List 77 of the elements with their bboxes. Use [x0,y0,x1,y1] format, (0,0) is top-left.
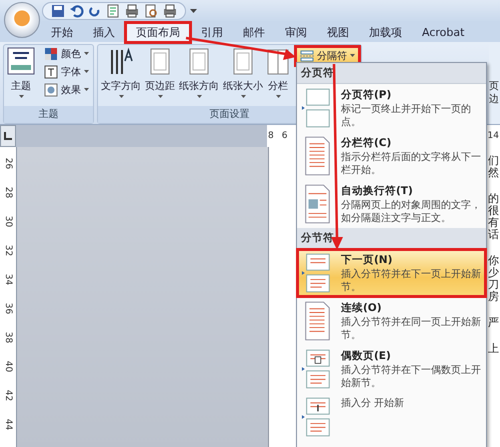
menu-item-title: 下一页(N) [341,253,394,267]
palette-icon [44,47,58,61]
document-text: 话 [488,229,499,241]
ribbon-button[interactable]: 页边距 [144,47,176,99]
ribbon-button[interactable]: 纸张大小 [222,47,264,99]
theme-icon [7,47,35,77]
redo-icon[interactable] [89,4,101,18]
dropdown-arrow-icon [350,54,355,58]
document-text: 少 [488,267,499,279]
ribbon-tab[interactable]: Acrobat [413,24,474,40]
document-text: 刀 [488,279,499,291]
ribbon-tab[interactable]: 视图 [318,24,358,40]
menu-item-title: 偶数页(E) [341,349,392,363]
document-icon[interactable] [106,4,120,18]
page-icon [231,47,255,77]
page-icon [187,47,211,77]
font-icon [44,65,58,79]
ribbon-tab[interactable]: 开始 [42,24,82,40]
dropdown-arrow-icon [276,95,280,99]
document-text: 严 [488,317,499,329]
dropdown-arrow-icon[interactable] [190,8,197,14]
menu-section-header: 分页符 [297,63,486,84]
page-icon [148,47,172,77]
print-preview-icon[interactable] [144,4,158,18]
vertical-ruler: 26 28 30 32 34 36 38 40 42 44 [0,147,17,447]
document-text: 很 [488,205,499,217]
printer-icon[interactable] [163,4,177,18]
ribbon-button[interactable]: 纸张方向 [178,47,220,99]
dropdown-arrow-icon [158,95,162,99]
menu-item-description: 插入分节符并在下一偶数页上开始新节。 [341,364,482,390]
dropdown-arrow-icon [240,95,246,99]
group-label: 主题 [4,106,93,123]
ribbon-button[interactable]: 分栏 [266,47,290,99]
menu-item[interactable]: 自动换行符(T) 分隔网页上的对象周围的文字，如分隔题注文字与正文。 [297,180,486,228]
document-text: 上 [488,343,499,355]
document-text: 们 [488,155,499,167]
ribbon-button[interactable]: 文字方向 [100,47,142,99]
ribbon-tab[interactable]: 审阅 [276,24,316,40]
ribbon-tab[interactable]: 引用 [192,24,232,40]
ribbon-tab[interactable]: 插入 [84,24,124,40]
document-text: 房 [488,291,499,303]
ribbon-button[interactable]: 效果 [42,83,91,97]
ribbon-tab[interactable]: 加载项 [360,24,411,40]
menu-item[interactable]: 偶数页(E) 插入分节符并在下一偶数页上开始新节。 [297,345,486,393]
menu-item-title: 分页符(P) [341,88,392,102]
tab-stop-selector[interactable] [0,125,16,147]
document-text: 的 [488,193,499,205]
menu-item-description: 插入分 开始新 [341,397,404,410]
menu-item-description: 指示分栏符后面的文字将从下一栏开始。 [341,151,482,177]
menu-item-description: 插入分节符并在同一页上开始新节。 [341,316,482,342]
document-text: 然 [488,167,499,179]
menu-item[interactable]: 下一页(N) 插入分节符并在下一页上开始新节。 [297,249,486,297]
ribbon-button[interactable]: 颜色 [42,47,91,61]
dropdown-arrow-icon [84,52,89,56]
dropdown-arrow-icon [84,70,89,74]
ribbon-tab[interactable]: 页面布局 [126,22,190,42]
document-text: 有 [488,217,499,229]
menu-item[interactable]: 连续(O) 插入分节符并在同一页上开始新节。 [297,297,486,345]
menu-section-header: 分节符 [297,228,486,249]
dropdown-arrow-icon [118,95,124,99]
ribbon-button[interactable]: 字体 [42,65,91,79]
menu-item-title: 自动换行符(T) [341,184,414,198]
printer-icon[interactable] [125,4,139,18]
menu-item-description: 插入分节符并在下一页上开始新节。 [341,268,482,294]
ribbon-tab[interactable]: 邮件 [234,24,274,40]
dropdown-arrow-icon [84,88,89,92]
document-text: 你 [488,255,499,267]
ribbon-button[interactable]: 主题 [6,47,36,99]
undo-icon[interactable] [70,4,84,18]
menu-item[interactable]: 插入分 开始新 [297,393,486,441]
menu-item-title: 分栏符(C) [341,136,392,150]
dropdown-arrow-icon [18,95,24,99]
menu-item-description: 分隔网页上的对象周围的文字，如分隔题注文字与正文。 [341,199,482,225]
menu-item-title: 连续(O) [341,301,383,315]
save-icon[interactable] [51,4,65,18]
text-direction-icon [108,47,134,77]
dropdown-arrow-icon [196,95,202,99]
